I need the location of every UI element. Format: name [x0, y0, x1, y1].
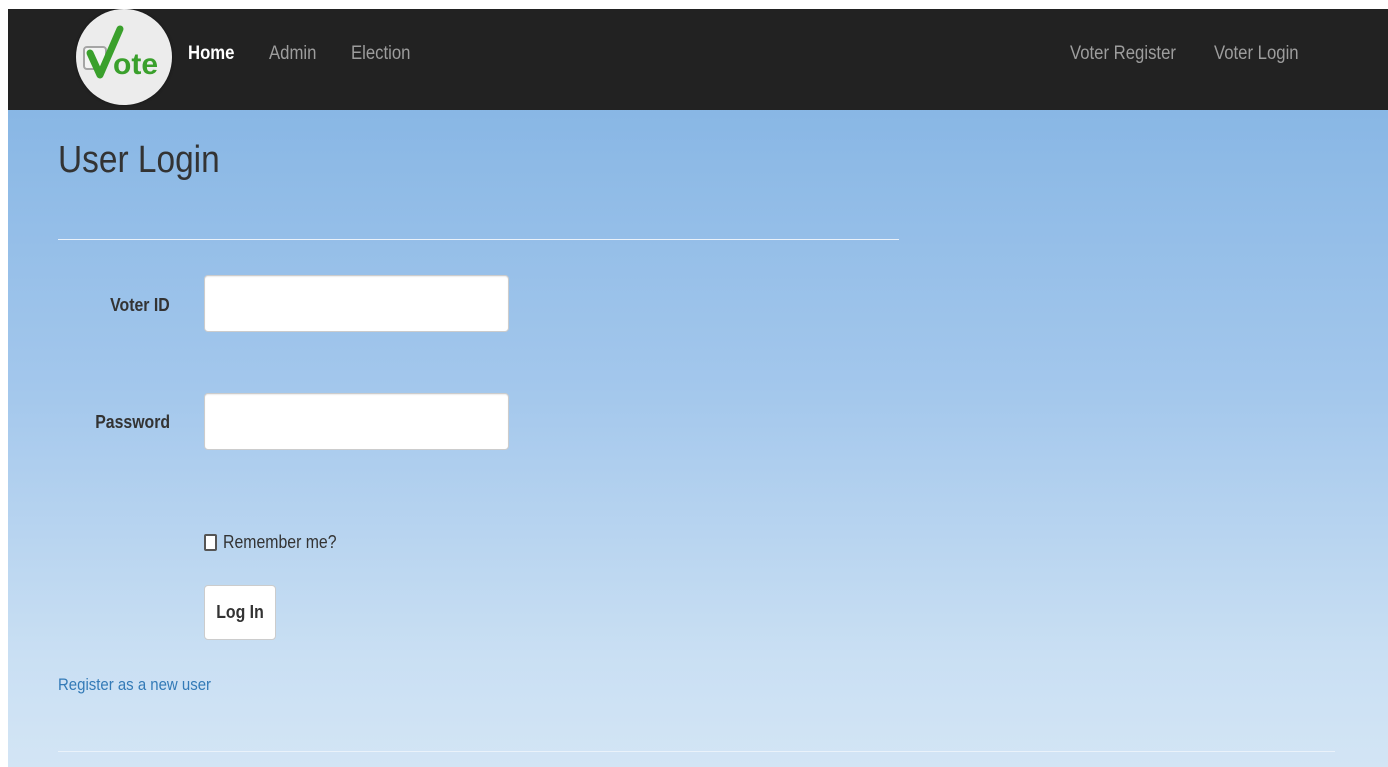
footer-divider — [58, 751, 1335, 752]
title-divider — [58, 239, 899, 240]
password-input[interactable] — [204, 393, 509, 450]
register-new-user-link[interactable]: Register as a new user — [58, 675, 211, 695]
page-title: User Login — [58, 139, 220, 181]
ballot-checkbox-icon: ote — [83, 25, 158, 81]
login-button[interactable]: Log In — [204, 585, 276, 640]
login-button-label: Log In — [216, 602, 264, 622]
remember-me-row[interactable]: Remember me? — [204, 531, 352, 553]
nav-admin-link[interactable]: Admin — [269, 43, 316, 65]
nav-voter-register-link[interactable]: Voter Register — [1070, 43, 1176, 65]
password-label: Password — [95, 412, 170, 432]
vote-logo[interactable]: ote — [76, 9, 172, 105]
voter-id-input[interactable] — [204, 275, 509, 332]
nav-home-link[interactable]: Home — [188, 43, 234, 65]
navbar: Home Admin Election Voter Register Voter… — [8, 9, 1388, 110]
page-frame: Home Admin Election Voter Register Voter… — [8, 9, 1388, 767]
remember-me-label[interactable]: Remember me? — [223, 532, 337, 553]
remember-me-checkbox[interactable] — [204, 533, 217, 551]
voter-id-label: Voter ID — [110, 295, 170, 315]
logo-wordmark: ote — [113, 48, 158, 81]
nav-election-link[interactable]: Election — [351, 43, 410, 65]
nav-voter-login-link[interactable]: Voter Login — [1214, 43, 1299, 65]
